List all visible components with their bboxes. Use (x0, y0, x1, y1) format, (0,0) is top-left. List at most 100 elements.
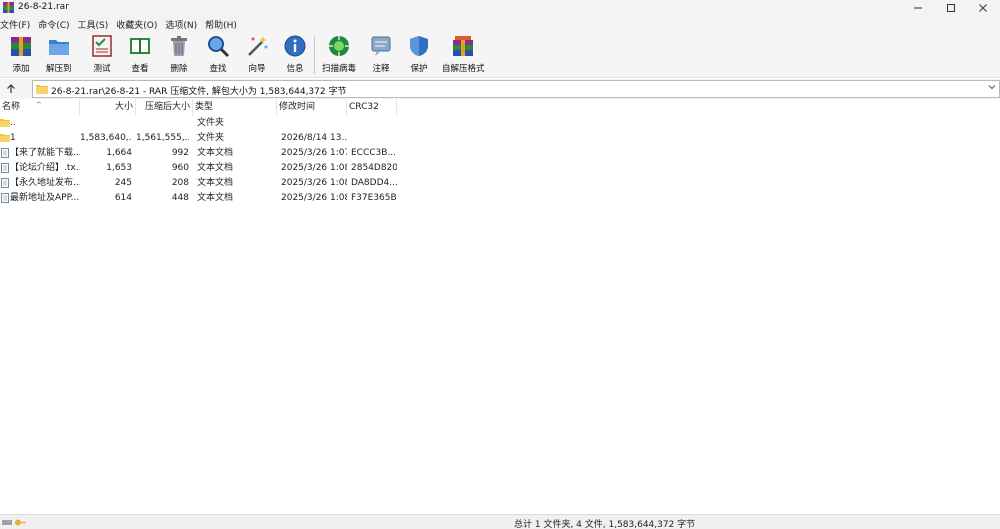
cell-modified: 2025/3/26 1:08 (281, 193, 347, 203)
cell-crc (351, 116, 397, 131)
table-row[interactable]: 【永久地址发布... 245 208 文本文档 2025/3/26 1:08 DA8DD4… (0, 176, 400, 191)
cell-type: 文本文档 (197, 163, 234, 173)
close-button[interactable] (960, 0, 1000, 16)
extract-folder-icon (48, 40, 69, 55)
table-row[interactable]: 【论坛介绍】.tx... 1,653 960 文本文档 2025/3/26 1:08 28… (0, 161, 400, 176)
cell-type: 文件夹 (197, 133, 225, 143)
menu-options[interactable]: 选项(N) (161, 18, 201, 31)
address-dropdown-button[interactable] (988, 83, 996, 94)
protect-button[interactable]: 保护 (407, 34, 431, 76)
cell-crc (351, 131, 397, 146)
view-button[interactable]: 查看 (128, 34, 152, 76)
cell-crc: 2854D820 (351, 163, 397, 173)
text-file-icon (1, 163, 9, 173)
info-button[interactable]: 信息 (283, 34, 307, 76)
address-bar[interactable]: 26-8-21.rar\26-8-21 - RAR 压缩文件, 解包大小为 1,… (32, 80, 1000, 98)
cell-size: 1,664 (106, 148, 132, 158)
address-path: 26-8-21.rar\26-8-21 - RAR 压缩文件, 解包大小为 1,… (51, 87, 347, 97)
address-row: 26-8-21.rar\26-8-21 - RAR 压缩文件, 解包大小为 1,… (0, 79, 1000, 99)
add-archive-icon (11, 37, 31, 56)
folder-icon (0, 119, 10, 127)
window-title: 26-8-21.rar (18, 2, 69, 12)
cell-name: 【永久地址发布... (10, 178, 80, 188)
wizard-button[interactable]: 向导 (245, 34, 269, 76)
text-file-icon (1, 148, 9, 158)
sfx-label: 自解压格式 (442, 64, 485, 74)
view-book-icon (130, 38, 150, 54)
info-label: 信息 (286, 64, 304, 74)
cell-size: 1,583,640,... (80, 133, 132, 143)
column-crc-label: CRC32 (349, 102, 379, 112)
column-name-label: 名称 (2, 102, 21, 112)
view-label: 查看 (131, 64, 149, 74)
delete-button[interactable]: 删除 (167, 34, 191, 76)
cell-modified: 2025/3/26 1:08 (281, 178, 347, 188)
sort-ascending-icon: ^ (36, 101, 42, 109)
column-type[interactable]: 类型 (193, 99, 277, 116)
add-label: 添加 (12, 64, 30, 74)
menu-tools[interactable]: 工具(S) (74, 18, 113, 31)
cell-type: 文本文档 (197, 148, 234, 158)
column-crc[interactable]: CRC32 (347, 99, 397, 116)
drive-key-icon (2, 519, 26, 526)
comment-button[interactable]: 注释 (369, 34, 393, 76)
cell-name: 最新地址及APP... (10, 193, 80, 203)
column-size-label: 大小 (114, 102, 133, 112)
toolbar-separator (314, 36, 315, 74)
cell-packed: 960 (171, 163, 189, 173)
close-icon (979, 4, 987, 12)
chevron-down-icon (988, 85, 996, 90)
menu-file[interactable]: 文件(F) (0, 18, 34, 31)
cell-packed: 992 (171, 148, 189, 158)
comment-label: 注释 (372, 64, 390, 74)
test-button[interactable]: 测试 (90, 34, 114, 76)
column-modified[interactable]: 修改时间 (277, 99, 347, 116)
find-button[interactable]: 查找 (206, 34, 230, 76)
table-row[interactable]: 【来了就能下载... 1,664 992 文本文档 2025/3/26 1:07 ECCC… (0, 146, 400, 161)
cell-name: 1 (10, 133, 16, 143)
up-one-level-button[interactable] (4, 82, 18, 96)
comment-icon (371, 36, 391, 56)
delete-label: 删除 (170, 64, 188, 74)
column-size[interactable]: 大小 (80, 99, 136, 116)
info-icon (284, 35, 306, 57)
extract-button[interactable]: 解压到 (46, 34, 72, 76)
cell-crc: ECCC3B... (351, 148, 397, 158)
cell-modified: 2025/3/26 1:08 (281, 163, 347, 173)
table-row[interactable]: .. 文件夹 (0, 116, 400, 131)
cell-crc: F37E365B (351, 193, 397, 203)
cell-name: 【来了就能下载... (10, 148, 80, 158)
test-icon (92, 35, 112, 57)
wizard-label: 向导 (248, 64, 266, 74)
menu-bar: 文件(F) 命令(C) 工具(S) 收藏夹(O) 选项(N) 帮助(H) (0, 16, 1000, 32)
cell-packed: 208 (171, 178, 189, 188)
trash-icon (171, 36, 187, 56)
add-button[interactable]: 添加 (9, 34, 33, 76)
menu-favorites[interactable]: 收藏夹(O) (112, 18, 161, 31)
title-bar: 26-8-21.rar (0, 0, 1000, 16)
cell-packed: 1,561,555,... (136, 133, 189, 143)
column-type-label: 类型 (195, 102, 214, 112)
column-packed[interactable]: 压缩后大小 (136, 99, 193, 116)
protect-label: 保护 (410, 64, 428, 74)
status-bar: 总计 1 文件夹, 4 文件, 1,583,644,372 字节 (0, 514, 1000, 529)
sfx-button[interactable]: 自解压格式 (442, 34, 485, 76)
cell-size (80, 116, 132, 131)
list-header: 名称 ^ 大小 压缩后大小 类型 修改时间 CRC32 (0, 99, 1000, 116)
text-file-icon (1, 193, 9, 203)
find-label: 查找 (209, 64, 227, 74)
column-modified-label: 修改时间 (279, 102, 316, 112)
winrar-app-icon (3, 2, 14, 13)
cell-size: 1,653 (106, 163, 132, 173)
virus-scan-button[interactable]: 扫描病毒 (322, 34, 356, 76)
folder-icon (36, 85, 48, 94)
test-label: 测试 (93, 64, 111, 74)
table-row[interactable]: 最新地址及APP... 614 448 文本文档 2025/3/26 1:08 F37E3… (0, 191, 400, 206)
cell-modified (281, 116, 347, 131)
column-name[interactable]: 名称 ^ (0, 99, 80, 116)
cell-type: 文本文档 (197, 178, 234, 188)
menu-commands[interactable]: 命令(C) (34, 18, 73, 31)
file-list[interactable]: 名称 ^ 大小 压缩后大小 类型 修改时间 CRC32 .. 文件夹 1 1,583,… (0, 99, 1000, 514)
table-row[interactable]: 1 1,583,640,... 1,561,555,... 文件夹 2026/8/14 … (0, 131, 400, 146)
menu-help[interactable]: 帮助(H) (201, 18, 241, 31)
